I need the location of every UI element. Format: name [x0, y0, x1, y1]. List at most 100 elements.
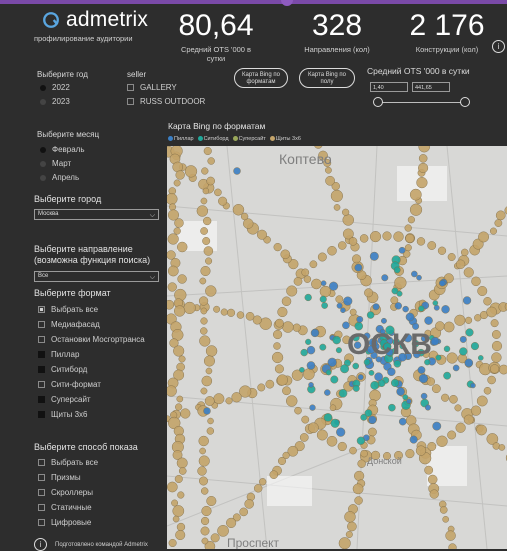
format-supersite[interactable]: Суперсайт: [38, 395, 91, 404]
map-marker[interactable]: [454, 314, 466, 326]
map-marker[interactable]: [345, 530, 353, 538]
map-marker[interactable]: [478, 231, 490, 243]
map-marker[interactable]: [349, 446, 357, 455]
map-marker[interactable]: [498, 444, 506, 451]
format-bus-stops[interactable]: Остановки Мосгортранса: [38, 335, 145, 344]
map-marker[interactable]: [168, 203, 177, 211]
map-marker[interactable]: [172, 515, 180, 523]
map-marker[interactable]: [240, 212, 249, 221]
map-marker[interactable]: [354, 470, 365, 482]
map-marker[interactable]: [372, 303, 380, 311]
map-marker[interactable]: [326, 435, 338, 447]
map-marker[interactable]: [167, 282, 177, 292]
map-marker[interactable]: [489, 364, 500, 374]
map-marker[interactable]: [203, 246, 214, 256]
map-marker[interactable]: [314, 146, 323, 149]
display-select-all[interactable]: Выбрать все: [38, 458, 98, 467]
map-marker[interactable]: [388, 403, 396, 412]
map-marker[interactable]: [370, 380, 380, 390]
map-marker[interactable]: [364, 409, 373, 417]
map-marker[interactable]: [430, 336, 440, 346]
map-marker[interactable]: [470, 342, 480, 351]
map-marker[interactable]: [394, 276, 407, 289]
map-marker[interactable]: [491, 340, 503, 352]
map-marker[interactable]: [317, 252, 327, 262]
map-marker[interactable]: [424, 465, 434, 475]
map-marker[interactable]: [174, 218, 184, 228]
map-marker[interactable]: [337, 441, 347, 452]
map-marker[interactable]: [286, 395, 298, 407]
map-marker[interactable]: [416, 237, 426, 246]
map-marker[interactable]: [167, 481, 178, 493]
map-marker[interactable]: [206, 427, 215, 435]
map-marker[interactable]: [369, 251, 379, 261]
map-marker[interactable]: [432, 300, 439, 306]
map-marker[interactable]: [167, 299, 175, 310]
map-marker[interactable]: [198, 296, 209, 306]
map-marker[interactable]: [205, 257, 213, 265]
map-marker[interactable]: [432, 421, 442, 431]
map-marker[interactable]: [213, 305, 221, 313]
map-marker[interactable]: [276, 374, 288, 386]
map-marker[interactable]: [199, 277, 207, 285]
map-marker[interactable]: [476, 395, 488, 407]
map-marker[interactable]: [433, 304, 440, 311]
map-marker[interactable]: [274, 364, 284, 374]
map-marker[interactable]: [203, 407, 211, 415]
map-marker[interactable]: [200, 487, 209, 495]
map-marker[interactable]: [335, 295, 344, 304]
map-marker[interactable]: [489, 227, 497, 235]
map-marker[interactable]: [452, 364, 460, 372]
map-marker[interactable]: [477, 355, 484, 361]
city-dropdown[interactable]: Москва ⌵: [34, 209, 159, 220]
map-marker[interactable]: [418, 373, 429, 384]
map-marker[interactable]: [435, 321, 445, 331]
info-icon[interactable]: i: [34, 538, 47, 551]
seller-option-gallery[interactable]: GALLERY: [127, 83, 177, 92]
map-marker[interactable]: [319, 285, 332, 298]
map-marker[interactable]: [217, 525, 229, 537]
ots-slider-min-handle[interactable]: [373, 97, 383, 107]
format-mediafacade[interactable]: Медиафасад: [38, 320, 100, 329]
seller-option-russ-outdoor[interactable]: RUSS OUTDOOR: [127, 97, 205, 106]
map-marker[interactable]: [320, 280, 327, 287]
map-marker[interactable]: [427, 241, 437, 250]
map-marker[interactable]: [393, 266, 401, 274]
map-marker[interactable]: [398, 246, 406, 254]
info-icon[interactable]: i: [492, 40, 505, 53]
map-marker[interactable]: [470, 405, 482, 416]
map-marker[interactable]: [490, 319, 499, 328]
map-marker[interactable]: [177, 491, 185, 499]
map-marker[interactable]: [336, 427, 346, 437]
map-marker[interactable]: [382, 231, 392, 241]
map-marker[interactable]: [203, 146, 212, 156]
map-marker[interactable]: [325, 175, 335, 186]
map-marker[interactable]: [495, 210, 506, 221]
map-marker[interactable]: [173, 179, 181, 187]
map-marker[interactable]: [202, 187, 210, 195]
map-marker[interactable]: [174, 474, 183, 484]
map-marker[interactable]: [226, 517, 237, 528]
map-marker[interactable]: [196, 205, 209, 217]
map-marker[interactable]: [352, 483, 364, 495]
map-marker[interactable]: [402, 305, 409, 313]
map-marker[interactable]: [168, 538, 177, 548]
map-marker[interactable]: [282, 321, 294, 333]
map-marker[interactable]: [429, 489, 439, 499]
map-marker[interactable]: [343, 296, 353, 306]
map-marker[interactable]: [380, 317, 387, 324]
map-marker[interactable]: [299, 433, 309, 442]
map-marker[interactable]: [231, 392, 242, 403]
map-marker[interactable]: [200, 197, 208, 205]
map-marker[interactable]: [292, 323, 301, 332]
map-marker[interactable]: [418, 305, 425, 312]
map-marker[interactable]: [368, 415, 377, 425]
map-marker[interactable]: [200, 387, 208, 395]
map-marker[interactable]: [340, 364, 350, 374]
map-marker[interactable]: [311, 278, 322, 290]
map-marker[interactable]: [332, 335, 341, 345]
map-marker[interactable]: [305, 338, 312, 345]
map-marker[interactable]: [233, 167, 241, 175]
map-marker[interactable]: [201, 375, 213, 387]
map-marker[interactable]: [205, 285, 217, 297]
